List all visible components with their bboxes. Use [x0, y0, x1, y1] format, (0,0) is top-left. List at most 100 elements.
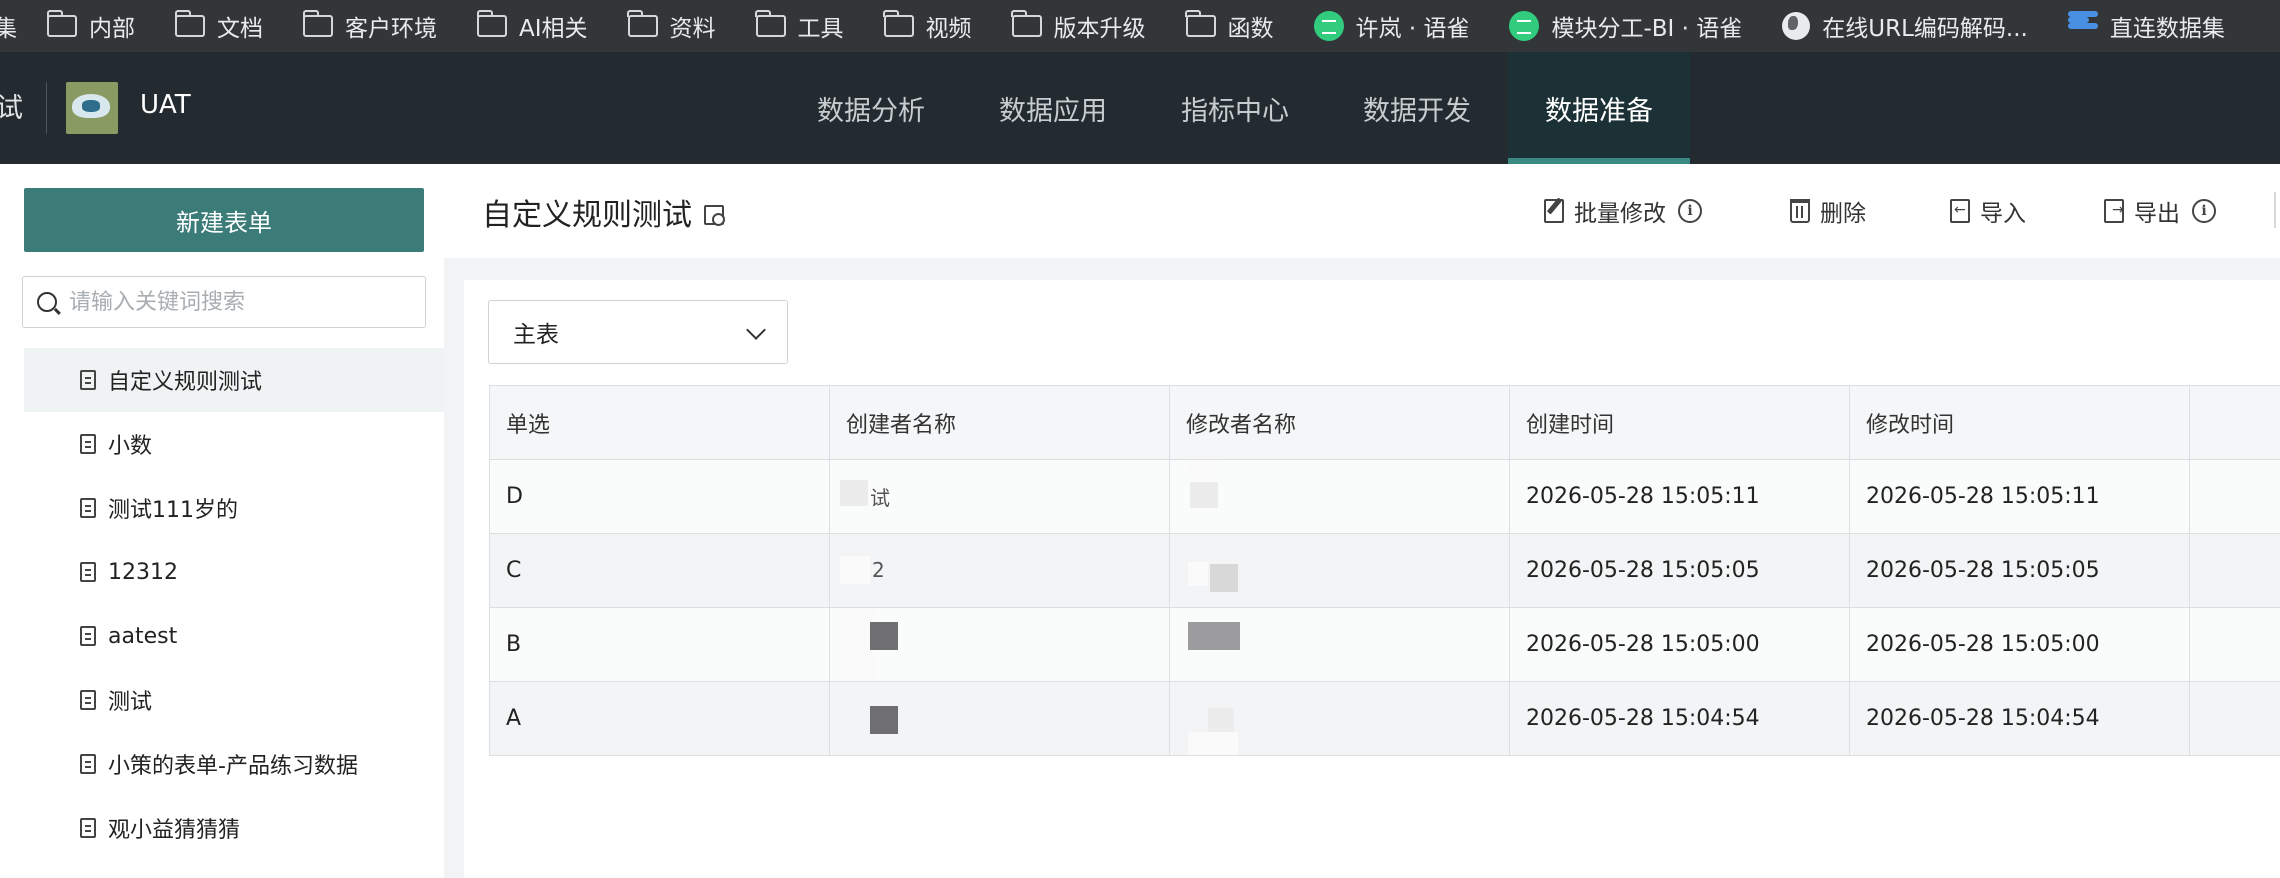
- form-item-label: 小数: [108, 434, 153, 459]
- form-list-item[interactable]: aatest: [24, 604, 444, 668]
- document-icon: [80, 562, 96, 582]
- table-row[interactable]: D 试 2026-05-28 15:05:11 2026-05-28 15:05…: [490, 460, 2280, 534]
- bookmarks-bar: 集 内部 文档 客户环境 AI相关 资料 工具 视频 版本升级 函数 许岚 · …: [0, 0, 2280, 52]
- bookmark-cut[interactable]: 集: [0, 0, 17, 52]
- cell-choice: B: [490, 608, 830, 681]
- redacted-blur: [1210, 564, 1238, 592]
- import-button[interactable]: 导入: [1950, 194, 2026, 228]
- table-select[interactable]: 主表: [488, 300, 788, 364]
- info-icon[interactable]: i: [2192, 199, 2216, 223]
- form-list: 自定义规则测试 小数 测试111岁的 12312 aatest 测试 小策的表单…: [24, 348, 444, 860]
- form-list-item[interactable]: 小数: [24, 412, 444, 476]
- cell-modified-time: 2026-05-28 15:04:54: [1850, 682, 2190, 755]
- delete-button[interactable]: 删除: [1790, 194, 1866, 228]
- cell-modifier: [1170, 608, 1510, 681]
- cell-extra: [2190, 460, 2280, 533]
- cell-created-time: 2026-05-28 15:05:00: [1510, 608, 1850, 681]
- bookmark-folder-customer[interactable]: 客户环境: [302, 0, 437, 52]
- bookmark-url-encoder[interactable]: 在线URL编码解码...: [1782, 0, 2028, 52]
- redacted-blur: [1188, 562, 1208, 586]
- action-toolbar: 批量修改 i 删除 导入 导出 i: [444, 164, 2280, 258]
- bookmark-label: 工具: [797, 16, 844, 42]
- document-icon: [80, 690, 96, 710]
- bookmark-label: 在线URL编码解码...: [1822, 16, 2028, 42]
- nav-data-analysis[interactable]: 数据分析: [780, 52, 962, 164]
- bookmark-folder-upgrade[interactable]: 版本升级: [1011, 0, 1146, 52]
- cell-modifier: [1170, 682, 1510, 755]
- column-header[interactable]: 修改者名称: [1170, 386, 1510, 459]
- bookmark-label: AI相关: [519, 16, 588, 42]
- export-button[interactable]: 导出 i: [2104, 194, 2216, 228]
- column-header[interactable]: 创建者名称: [830, 386, 1170, 459]
- new-form-button[interactable]: 新建表单: [24, 188, 424, 252]
- creator-partial: 试: [870, 486, 890, 510]
- redacted-blur: [1190, 482, 1218, 508]
- bookmark-folder-functions[interactable]: 函数: [1185, 0, 1274, 52]
- folder-icon: [883, 10, 914, 37]
- bookmark-folder-video[interactable]: 视频: [883, 0, 972, 52]
- cell-created-time: 2026-05-28 15:05:05: [1510, 534, 1850, 607]
- document-icon: [80, 818, 96, 838]
- cell-creator: [830, 682, 1170, 755]
- creator-partial: 2: [872, 558, 885, 582]
- bookmark-folder-internal[interactable]: 内部: [46, 0, 135, 52]
- cell-modifier: [1170, 460, 1510, 533]
- redacted-blur: [1188, 460, 1218, 476]
- info-icon[interactable]: i: [1678, 199, 1702, 223]
- folder-icon: [1185, 10, 1216, 37]
- bookmark-yuque-xulan[interactable]: 许岚 · 语雀: [1313, 0, 1470, 52]
- document-icon: [80, 498, 96, 518]
- form-item-label: 观小益猜猜猜: [108, 818, 241, 843]
- table-row[interactable]: C 2 2026-05-28 15:05:05 2026-05-28 15:05…: [490, 534, 2280, 608]
- folder-icon: [46, 10, 77, 37]
- bookmark-folder-materials[interactable]: 资料: [627, 0, 716, 52]
- search-box[interactable]: [22, 276, 426, 328]
- form-list-item[interactable]: 小策的表单-产品练习数据: [24, 732, 444, 796]
- nav-data-prep[interactable]: 数据准备: [1508, 52, 1690, 164]
- form-list-item[interactable]: 测试: [24, 668, 444, 732]
- column-header[interactable]: 修改时间: [1850, 386, 2190, 459]
- cell-choice: D: [490, 460, 830, 533]
- env-label: UAT: [140, 90, 191, 120]
- cell-extra: [2190, 608, 2280, 681]
- search-icon: [37, 292, 57, 312]
- column-header[interactable]: 创建时间: [1510, 386, 1850, 459]
- cell-extra: [2190, 534, 2280, 607]
- header-divider: [46, 82, 47, 134]
- document-icon: [80, 370, 96, 390]
- toolbar-divider: [2274, 192, 2276, 228]
- nav-metrics-center[interactable]: 指标中心: [1144, 52, 1326, 164]
- table-row[interactable]: B 2026-05-28 15:05:00 2026-05-28 15:05:0…: [490, 608, 2280, 682]
- delete-label: 删除: [1820, 201, 1866, 227]
- batch-edit-button[interactable]: 批量修改 i: [1544, 194, 1702, 228]
- document-icon: [80, 754, 96, 774]
- document-icon: [80, 626, 96, 646]
- batch-edit-label: 批量修改: [1574, 201, 1666, 227]
- bookmark-label: 视频: [925, 16, 972, 42]
- export-label: 导出: [2134, 201, 2180, 227]
- bookmark-folder-tools[interactable]: 工具: [755, 0, 844, 52]
- bookmark-yuque-module[interactable]: 模块分工-BI · 语雀: [1509, 0, 1742, 52]
- bookmark-label: 资料: [669, 16, 716, 42]
- bookmark-label: 模块分工-BI · 语雀: [1551, 16, 1743, 42]
- form-list-item[interactable]: 自定义规则测试: [24, 348, 444, 412]
- app-logo[interactable]: [66, 82, 118, 134]
- redacted-blur: [840, 480, 868, 506]
- bookmark-direct-dataset[interactable]: 直连数据集: [2067, 0, 2225, 52]
- bookmark-folder-ai[interactable]: AI相关: [476, 0, 588, 52]
- column-header[interactable]: 单选: [490, 386, 830, 459]
- form-list-item[interactable]: 观小益猜猜猜: [24, 796, 444, 860]
- form-list-item[interactable]: 12312: [24, 540, 444, 604]
- form-list-item[interactable]: 测试111岁的: [24, 476, 444, 540]
- cell-modified-time: 2026-05-28 15:05:00: [1850, 608, 2190, 681]
- search-input[interactable]: [69, 289, 409, 315]
- nav-data-apps[interactable]: 数据应用: [962, 52, 1144, 164]
- column-header-extra: [2190, 386, 2280, 459]
- table-row[interactable]: A 2026-05-28 15:04:54 2026-05-28 15:04:5…: [490, 682, 2280, 756]
- data-table: 单选 创建者名称 修改者名称 创建时间 修改时间 D 试 2026-05-28 …: [489, 385, 2280, 756]
- bookmark-label: 许岚 · 语雀: [1355, 16, 1470, 42]
- bookmark-folder-docs[interactable]: 文档: [174, 0, 263, 52]
- import-label: 导入: [1980, 201, 2026, 227]
- nav-data-dev[interactable]: 数据开发: [1326, 52, 1508, 164]
- cell-created-time: 2026-05-28 15:05:11: [1510, 460, 1850, 533]
